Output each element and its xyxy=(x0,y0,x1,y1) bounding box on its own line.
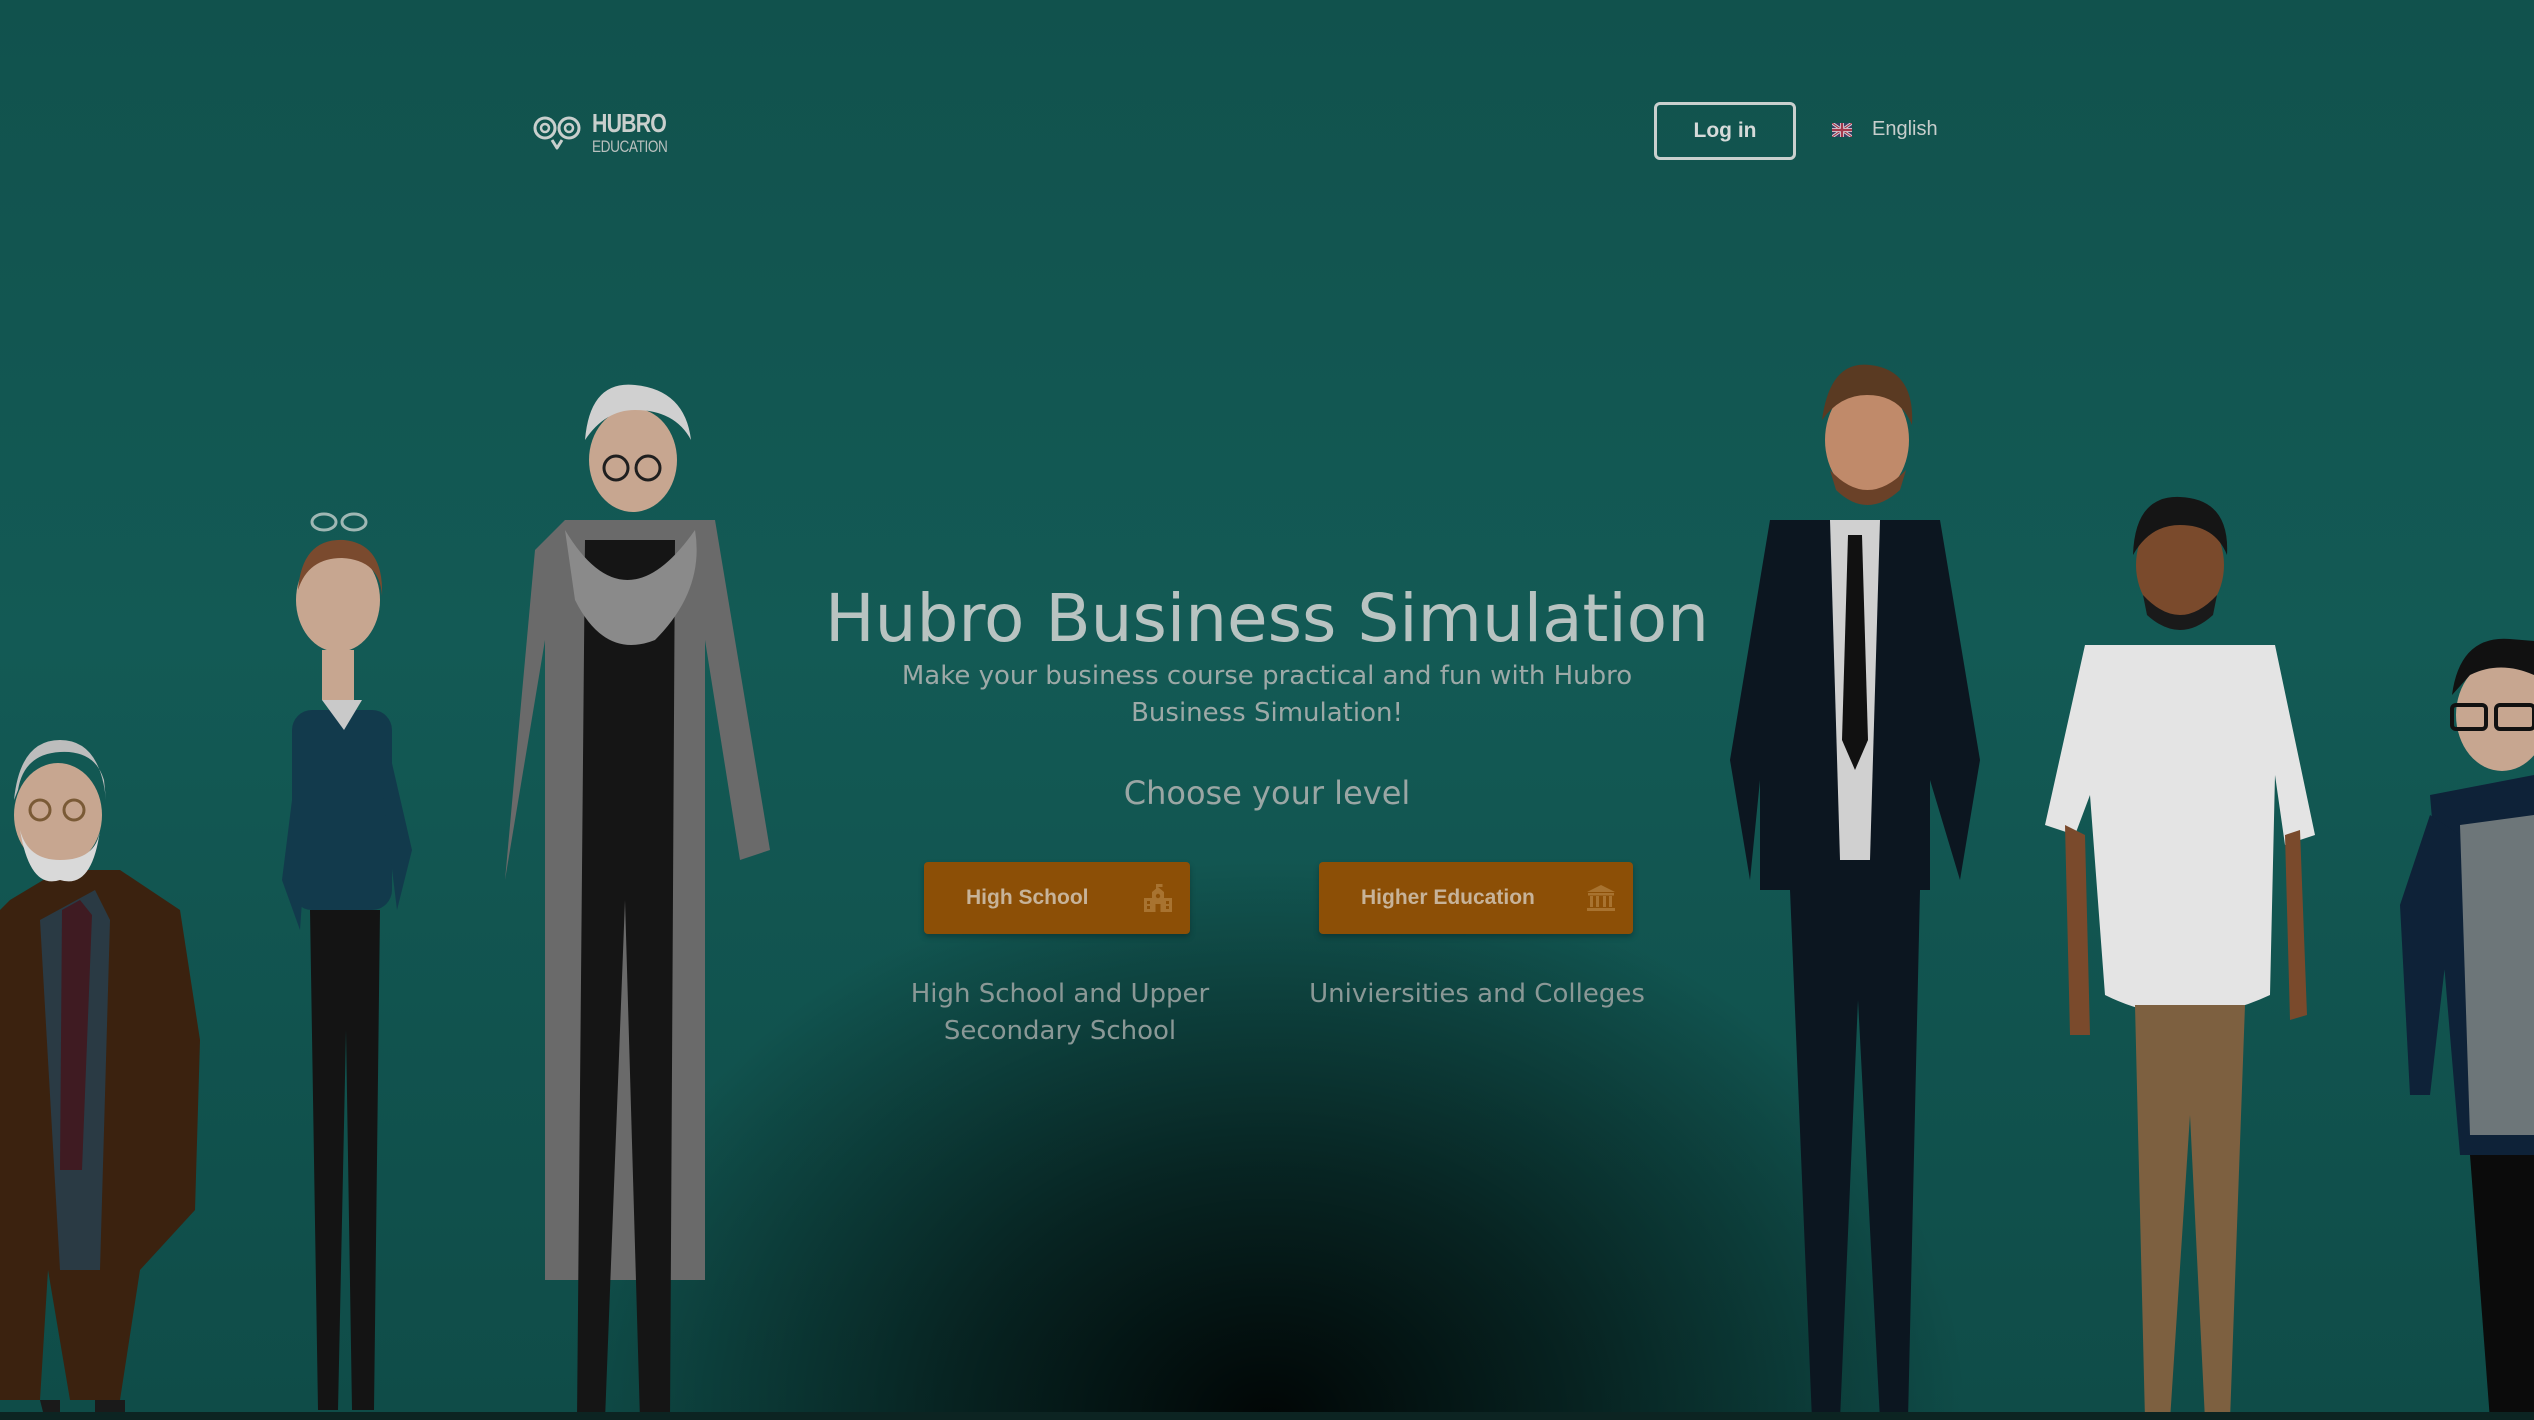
school-building-icon xyxy=(1144,884,1172,912)
logo-wordmark: HUBRO xyxy=(592,107,667,138)
page-subtitle: Make your business course practical and … xyxy=(901,661,1633,728)
higher-education-description: Univiersities and Colleges xyxy=(1309,979,1645,1009)
old-man-scarf-illustration xyxy=(505,384,770,1420)
page-title: Hubro Business Simulation xyxy=(825,580,1709,657)
professor-illustration xyxy=(0,740,200,1420)
logo-subtitle: EDUCATION xyxy=(592,136,668,156)
hubro-logo[interactable]: HUBRO EDUCATION xyxy=(532,108,686,156)
businessman-illustration xyxy=(1730,364,1980,1420)
higher-education-button[interactable]: Higher Education xyxy=(1319,862,1633,934)
language-selector[interactable]: English xyxy=(1832,118,1938,141)
young-man-glasses-illustration xyxy=(2400,638,2534,1420)
landing-page: HUBRO EDUCATION Log in English Hubro Bus… xyxy=(0,0,2534,1420)
university-icon xyxy=(1587,885,1615,911)
higher-education-button-label: Higher Education xyxy=(1361,886,1535,909)
choose-level-heading: Choose your level xyxy=(1123,774,1411,812)
high-school-description: High School and Upper Secondary School xyxy=(910,979,1210,1046)
owl-eyes-icon xyxy=(533,116,581,150)
bottom-bar xyxy=(0,1412,2534,1420)
login-button[interactable]: Log in xyxy=(1654,102,1796,160)
uk-flag-icon xyxy=(1832,122,1852,137)
high-school-button-label: High School xyxy=(966,886,1089,909)
high-school-button[interactable]: High School xyxy=(924,862,1190,934)
language-label: English xyxy=(1872,118,1938,140)
